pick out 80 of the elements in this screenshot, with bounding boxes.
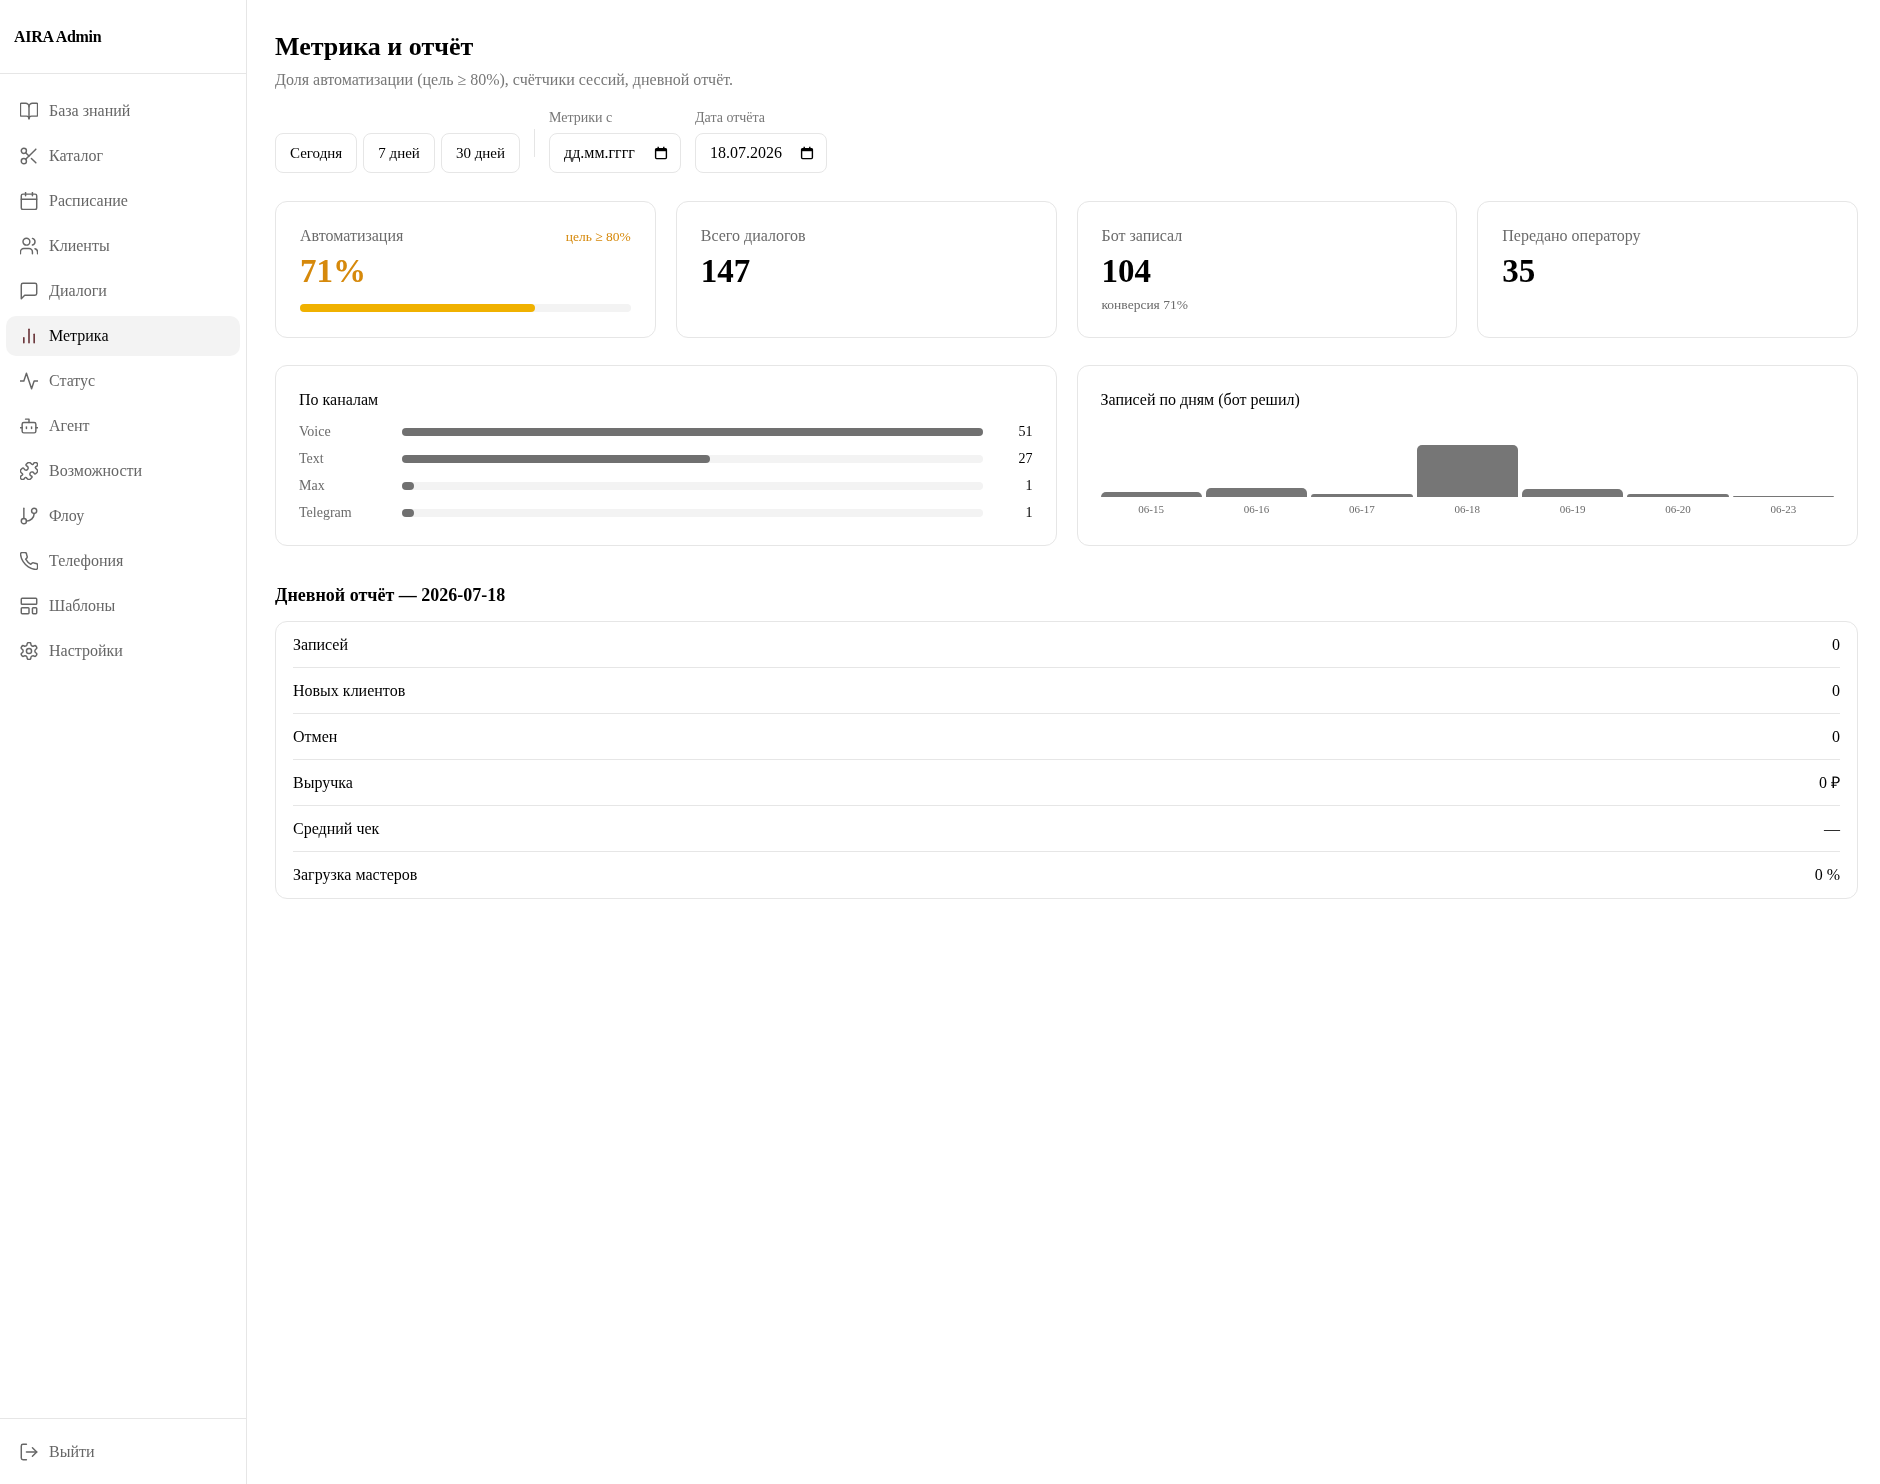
channel-name: Voice: [299, 422, 332, 441]
channel-name: Text: [299, 449, 325, 468]
nav-item[interactable]: Телефония: [6, 541, 240, 581]
puzzle-icon: [20, 462, 38, 480]
channel-count: 27: [1018, 449, 1033, 468]
people-icon: [20, 237, 38, 255]
range-button[interactable]: Сегодня: [275, 133, 358, 173]
kpi-value: 147: [700, 252, 752, 291]
field-label: Дата отчёта: [695, 110, 767, 126]
kpi-label: Всего диалогов: [700, 226, 806, 246]
calendar-icon[interactable]: [800, 146, 814, 160]
report-value: —: [1824, 818, 1840, 839]
nav-item[interactable]: Агент: [6, 406, 240, 446]
logout-icon: [20, 1442, 38, 1461]
channel-name: Telegram: [299, 503, 353, 522]
nav-item[interactable]: Метрика: [6, 316, 240, 356]
page-title: Метрика и отчёт: [275, 31, 475, 63]
report-label: Загрузка мастеров: [293, 865, 418, 885]
channel-count: 1: [1025, 476, 1033, 495]
settings-icon: [20, 642, 38, 660]
day-label: 06-15: [1138, 502, 1164, 516]
report-label: Средний чек: [293, 818, 380, 839]
book-icon: [20, 102, 38, 120]
date-field[interactable]: дд.мм.гггг: [549, 133, 681, 173]
report-title: Дневной отчёт — 2026-07-18: [275, 584, 507, 607]
report-value: 0: [1832, 634, 1840, 655]
report-value: 0: [1832, 680, 1840, 701]
nav-item[interactable]: Клиенты: [6, 226, 240, 266]
report-label: Записей: [293, 634, 348, 655]
robot-icon: [20, 417, 38, 435]
nav-item[interactable]: Возможности: [6, 451, 240, 491]
kpi-value: 104: [1101, 252, 1152, 291]
app-title: AIRA Admin: [14, 26, 102, 47]
field-label: Метрики с: [549, 110, 614, 126]
kpi-label: Передано оператору: [1502, 226, 1641, 246]
report-value: 0: [1832, 726, 1840, 747]
report-label: Выручка: [293, 772, 353, 793]
scissors-icon: [20, 147, 38, 165]
page-subtitle: Доля автоматизации (цель ≥ 80%), счётчики сессий, дневной отчёт.: [275, 70, 735, 90]
phone-icon: [20, 552, 38, 570]
kpi-note: конверсия 71%: [1101, 296, 1188, 314]
kpi-value: 35: [1502, 252, 1537, 291]
day-label: 06-18: [1454, 502, 1481, 516]
report-value: 0 %: [1814, 865, 1840, 885]
channel-name: Max: [299, 476, 326, 495]
logout-button[interactable]: Выйти: [6, 1431, 240, 1472]
nav-item[interactable]: Шаблоны: [6, 586, 240, 626]
range-button[interactable]: 7 дней: [363, 133, 435, 173]
layout-icon: [20, 597, 38, 615]
calendar-icon[interactable]: [654, 146, 668, 160]
day-label: 06-23: [1770, 502, 1797, 516]
speech-bubble-icon: [20, 282, 38, 300]
channel-count: 1: [1025, 503, 1033, 522]
day-label: 06-16: [1243, 502, 1270, 516]
card-title: По каналам: [299, 390, 380, 410]
day-label: 06-19: [1559, 502, 1586, 516]
nav-item[interactable]: Диалоги: [6, 271, 240, 311]
channel-count: 51: [1018, 422, 1033, 441]
card-title: Записей по дням (бот решил): [1100, 390, 1301, 410]
goal-label: цель ≥ 80%: [565, 228, 631, 246]
kpi-label: Бот записал: [1101, 226, 1183, 246]
nav-item[interactable]: Каталог: [6, 136, 240, 176]
branch-icon: [20, 507, 38, 525]
nav-item[interactable]: Настройки: [6, 631, 240, 671]
range-button[interactable]: 30 дней: [440, 133, 520, 173]
nav-item[interactable]: Флоу: [6, 496, 240, 536]
pulse-icon: [20, 372, 38, 390]
report-label: Отмен: [293, 726, 338, 747]
nav-item[interactable]: База знаний: [6, 91, 240, 131]
report-label: Новых клиентов: [293, 680, 406, 701]
nav-item[interactable]: Расписание: [6, 181, 240, 221]
report-value: 0 ₽: [1819, 772, 1840, 793]
day-label: 06-17: [1349, 502, 1375, 516]
kpi-value: 71%: [300, 252, 367, 291]
calendar-icon: [20, 192, 38, 210]
day-label: 06-20: [1665, 502, 1691, 516]
nav-item[interactable]: Статус: [6, 361, 240, 401]
date-field[interactable]: 18.07.2026: [695, 133, 827, 173]
bar-chart-icon: [20, 327, 38, 345]
kpi-label: Автоматизация: [300, 226, 404, 246]
